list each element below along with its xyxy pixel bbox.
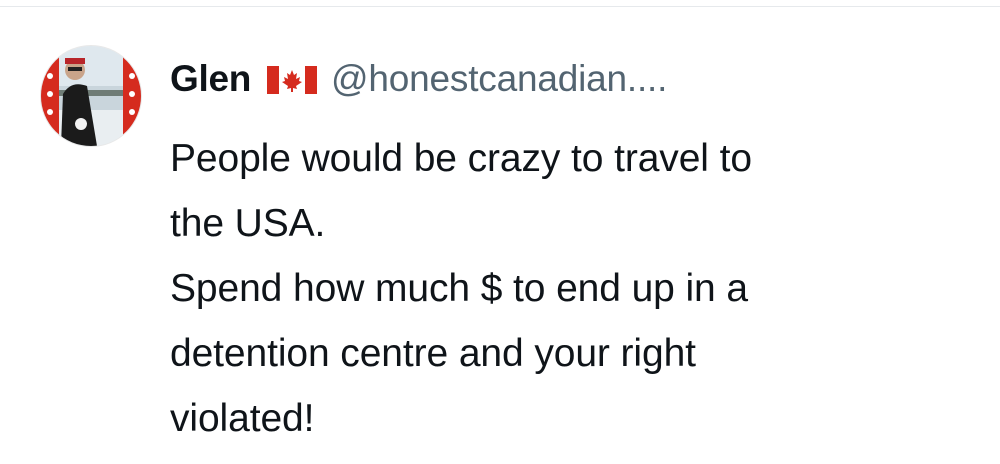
tweet-line: People would be crazy to travel to bbox=[170, 137, 752, 180]
tweet-card: Glen @honestcanadian.... People would be… bbox=[0, 0, 1000, 464]
avatar[interactable] bbox=[41, 46, 141, 146]
tweet-line: detention centre and your right bbox=[170, 332, 696, 375]
divider bbox=[0, 6, 1000, 7]
canada-flag-icon bbox=[267, 66, 318, 94]
tweet-line: Spend how much $ to end up in a bbox=[170, 267, 748, 310]
tweet-line: the USA. bbox=[170, 202, 326, 245]
user-handle[interactable]: @honestcanadian.... bbox=[331, 58, 667, 100]
tweet-body: People would be crazy to travel to the U… bbox=[170, 126, 970, 451]
display-name[interactable]: Glen bbox=[170, 58, 251, 100]
avatar-image bbox=[41, 46, 141, 146]
tweet-header: Glen @honestcanadian.... bbox=[170, 54, 667, 104]
tweet-line: violated! bbox=[170, 397, 315, 440]
